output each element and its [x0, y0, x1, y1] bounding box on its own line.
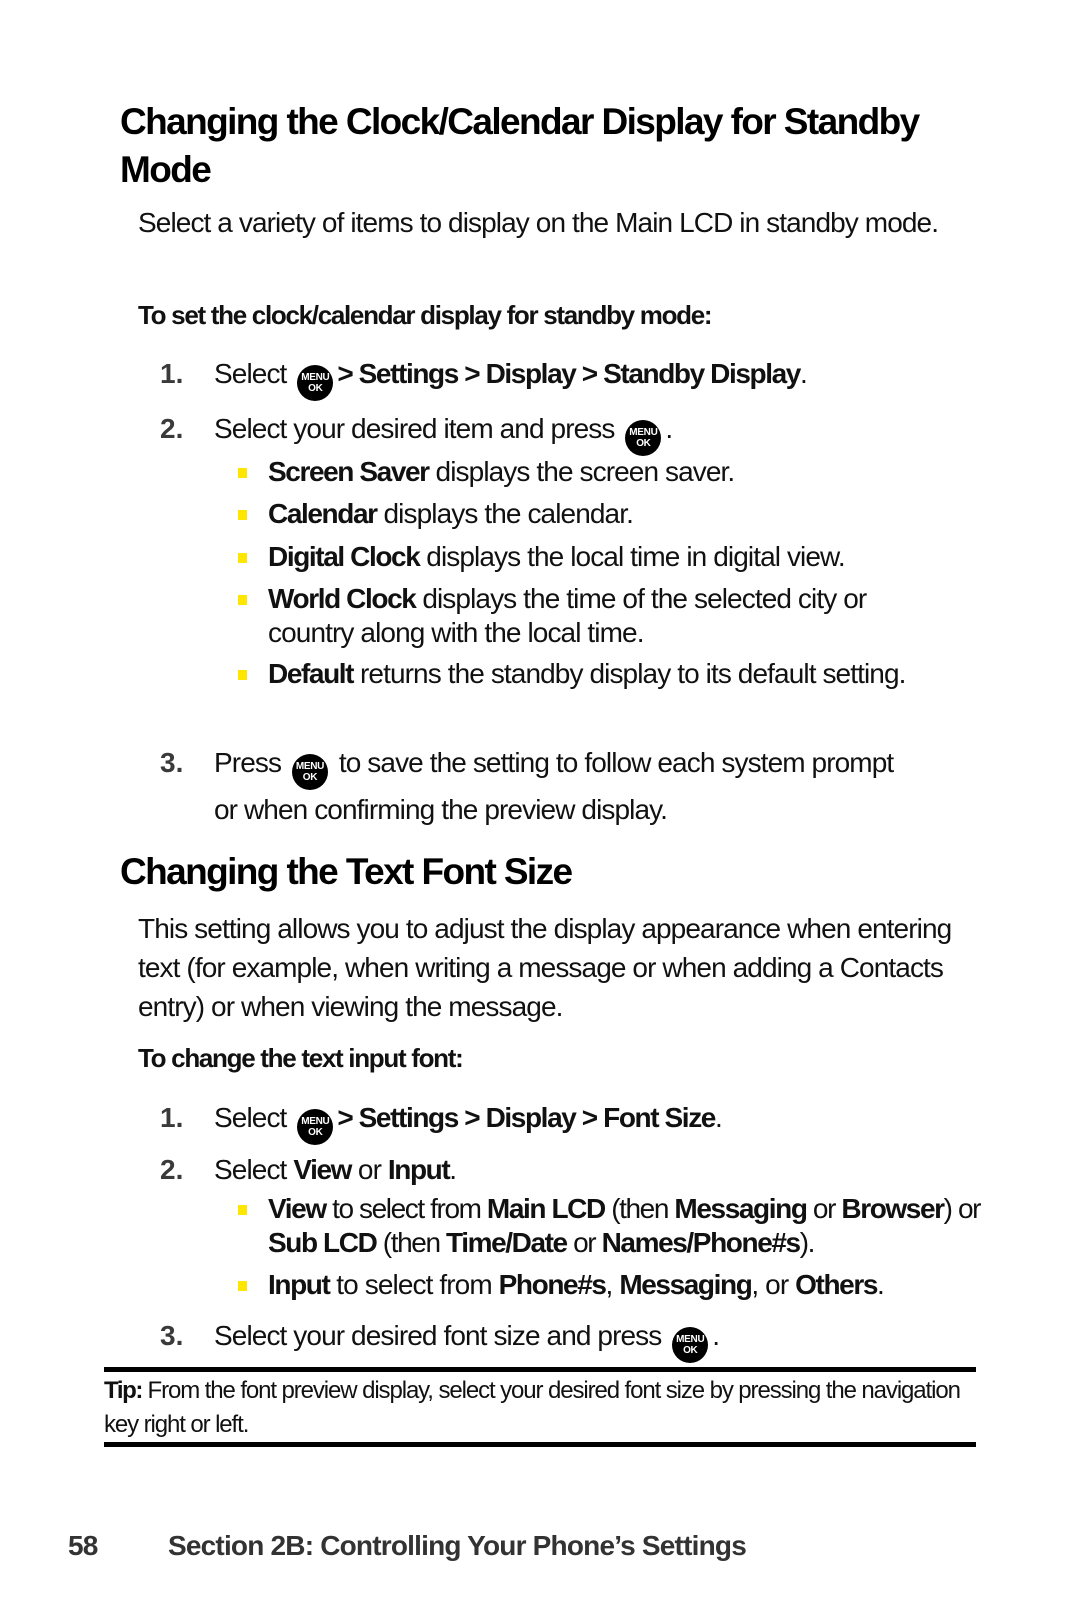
procedure-heading-standby: To set the clock/calendar display for st… [138, 300, 713, 330]
step-number: 2. [160, 413, 184, 444]
step-text: Select [214, 358, 287, 389]
bullet-square-icon [238, 468, 247, 478]
menu-ok-key-icon: MENU OK [625, 420, 662, 456]
menu-ok-key-icon: MENU OK [291, 754, 328, 790]
manual-page: Changing the Clock/Calendar Display for … [0, 0, 1080, 1620]
section-intro-font-size: This setting allows you to adjust the di… [138, 913, 952, 1022]
section-title-font-size: Changing the Text Font Size [120, 851, 573, 892]
bullet-square-icon [238, 595, 247, 605]
menu-ok-key-icon: MENU OK [672, 1327, 709, 1363]
step-number: 1. [160, 358, 184, 389]
section-title-clock-calendar: Changing the Clock/Calendar Display for … [120, 101, 920, 190]
step-number: 3. [160, 747, 184, 778]
menu-ok-key-icon: MENU OK [297, 365, 334, 401]
tip-text: From the font preview display, select yo… [104, 1377, 961, 1438]
tip-label: Tip: [104, 1377, 143, 1404]
section-intro-clock-calendar: Select a variety of items to display on … [138, 207, 939, 238]
procedure-heading-font: To change the text input font: [138, 1043, 464, 1073]
menu-path: > Settings > Display > Font Size [337, 1102, 716, 1133]
menu-ok-key-icon: MENU OK [297, 1109, 334, 1145]
page-number: 58 [68, 1530, 98, 1561]
step-text: Select your desired font size and press [214, 1320, 662, 1351]
bullet-square-icon [238, 510, 247, 520]
step-number: 3. [160, 1320, 184, 1351]
tip-bottom-rule [104, 1442, 976, 1447]
step-text: Select [214, 1102, 287, 1133]
step-text: Press [214, 747, 282, 778]
bullet-square-icon [238, 1205, 247, 1215]
bullet-square-icon [238, 553, 247, 563]
footer-section-title: Section 2B: Controlling Your Phone’s Set… [168, 1530, 747, 1561]
menu-path: > Settings > Display > Standby Display [337, 358, 801, 389]
tip-top-rule [104, 1367, 976, 1372]
step-text: Select your desired item and press [214, 413, 615, 444]
bullet-square-icon [238, 670, 247, 680]
step-number: 2. [160, 1154, 184, 1185]
bullet-square-icon [238, 1281, 247, 1291]
step-number: 1. [160, 1102, 184, 1133]
tip-note: Tip: From the font preview display, sele… [104, 1374, 976, 1442]
